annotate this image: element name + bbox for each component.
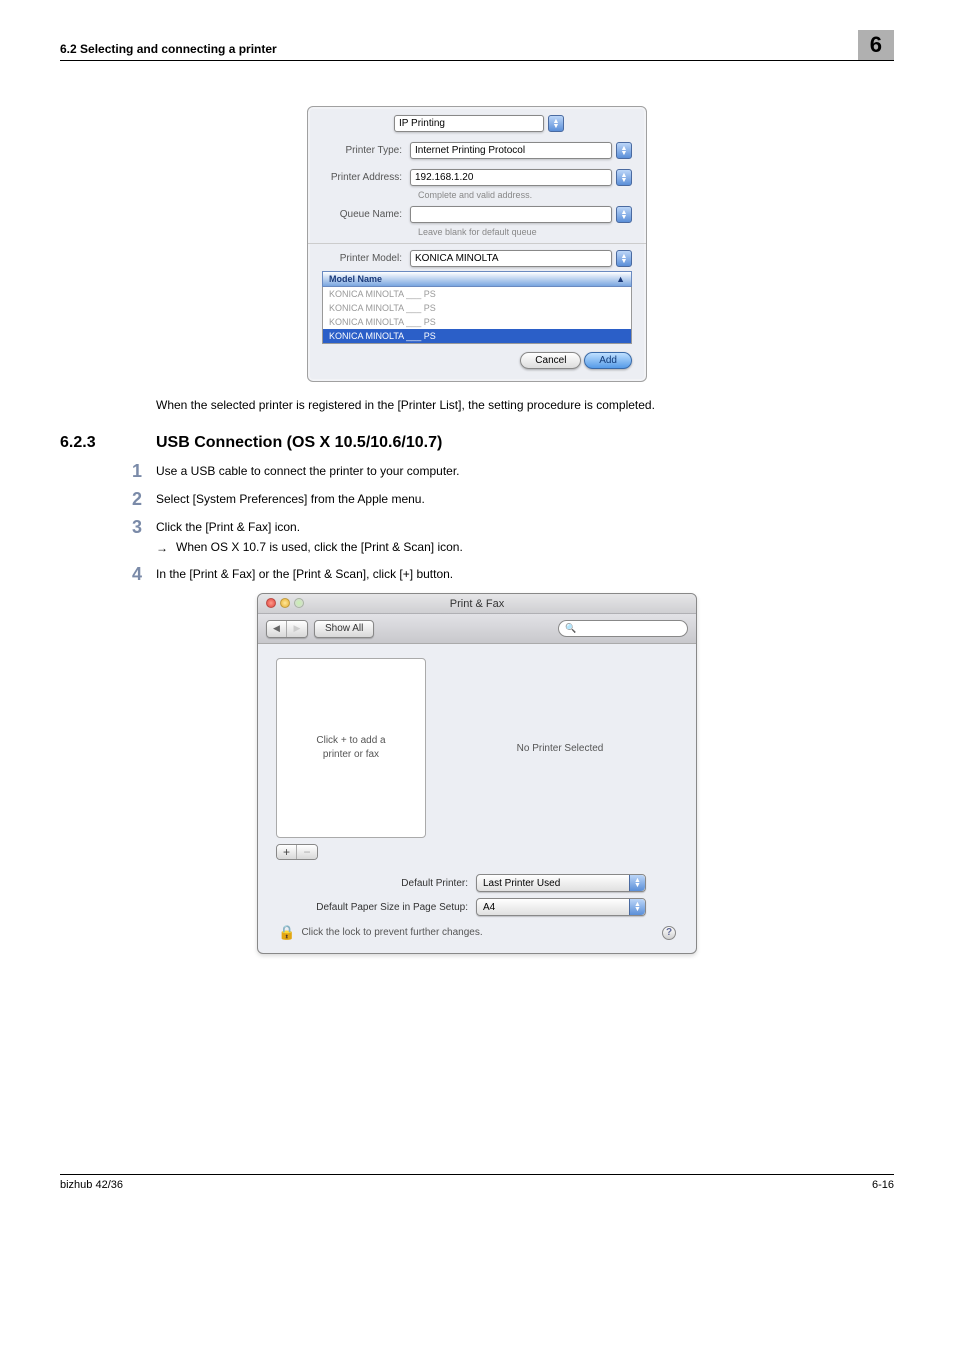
substep-arrow-icon: → bbox=[156, 540, 176, 555]
minimize-icon[interactable] bbox=[280, 598, 290, 608]
lock-text: Click the lock to prevent further change… bbox=[301, 927, 482, 938]
step-number: 2 bbox=[132, 490, 156, 508]
print-and-fax-window: Print & Fax ◀ ▶ Show All 🔍 Click + to ad… bbox=[257, 593, 697, 954]
search-icon: 🔍 bbox=[565, 623, 576, 634]
default-paper-select[interactable]: A4 ▲▼ bbox=[476, 898, 646, 916]
updown-icon[interactable]: ▲▼ bbox=[616, 142, 632, 159]
model-table[interactable]: KONICA MINOLTA ___ PS KONICA MINOLTA ___… bbox=[322, 287, 632, 344]
footer-left: bizhub 42/36 bbox=[60, 1179, 123, 1191]
header-section-title: 6.2 Selecting and connecting a printer bbox=[60, 42, 277, 60]
page-header: 6.2 Selecting and connecting a printer 6 bbox=[60, 30, 894, 61]
step-number: 4 bbox=[132, 565, 156, 583]
toolbar: ◀ ▶ Show All 🔍 bbox=[258, 614, 696, 644]
sort-triangle-icon: ▲ bbox=[616, 274, 625, 284]
model-row[interactable]: KONICA MINOLTA ___ PS bbox=[323, 287, 631, 301]
dialog1-tab-selector[interactable]: IP Printing bbox=[394, 115, 544, 132]
search-input[interactable]: 🔍 bbox=[558, 620, 688, 637]
help-button[interactable]: ? bbox=[662, 926, 676, 940]
step-number: 1 bbox=[132, 462, 156, 480]
step-1-text: Use a USB cable to connect the printer t… bbox=[156, 462, 894, 480]
updown-icon[interactable]: ▲▼ bbox=[616, 169, 632, 186]
printer-model-select[interactable]: KONICA MINOLTA bbox=[410, 250, 612, 267]
updown-icon[interactable]: ▲▼ bbox=[616, 206, 632, 223]
forward-icon[interactable]: ▶ bbox=[287, 621, 307, 637]
step-3-sub-text: When OS X 10.7 is used, click the [Print… bbox=[176, 540, 463, 555]
add-remove-buttons: + − bbox=[276, 844, 318, 860]
dialog1-tab-label: IP Printing bbox=[399, 118, 445, 129]
step-number: 3 bbox=[132, 518, 156, 555]
queue-helper: Leave blank for default queue bbox=[418, 227, 632, 237]
default-paper-label: Default Paper Size in Page Setup: bbox=[276, 902, 476, 913]
queue-name-input[interactable] bbox=[410, 206, 612, 223]
nav-segmented[interactable]: ◀ ▶ bbox=[266, 620, 308, 638]
lock-row[interactable]: 🔒 Click the lock to prevent further chan… bbox=[278, 924, 483, 941]
close-icon[interactable] bbox=[266, 598, 276, 608]
updown-icon[interactable]: ▲▼ bbox=[548, 115, 564, 132]
step-2-text: Select [System Preferences] from the App… bbox=[156, 490, 894, 508]
address-helper: Complete and valid address. bbox=[418, 190, 632, 200]
no-printer-text: No Printer Selected bbox=[517, 743, 604, 754]
updown-icon: ▲▼ bbox=[629, 899, 645, 915]
printer-type-label: Printer Type: bbox=[322, 145, 410, 156]
post-dialog-note: When the selected printer is registered … bbox=[156, 398, 894, 412]
footer-right: 6-16 bbox=[872, 1179, 894, 1191]
default-printer-label: Default Printer: bbox=[276, 878, 476, 889]
add-printer-dialog: IP Printing ▲▼ Printer Type: Internet Pr… bbox=[307, 106, 647, 382]
remove-printer-button[interactable]: − bbox=[297, 845, 317, 859]
step-3-text: Click the [Print & Fax] icon. bbox=[156, 520, 300, 534]
section-number: 6.2.3 bbox=[60, 434, 156, 452]
lock-icon: 🔒 bbox=[278, 924, 295, 941]
back-icon[interactable]: ◀ bbox=[267, 621, 287, 637]
printer-list[interactable]: Click + to add a printer or fax bbox=[276, 658, 426, 838]
window-traffic-lights[interactable] bbox=[266, 598, 304, 608]
printer-detail-panel: No Printer Selected bbox=[442, 658, 678, 838]
chapter-number-box: 6 bbox=[858, 30, 894, 60]
window-titlebar: Print & Fax bbox=[258, 594, 696, 614]
model-table-header[interactable]: Model Name ▲ bbox=[322, 271, 632, 287]
model-row[interactable]: KONICA MINOLTA ___ PS bbox=[323, 315, 631, 329]
updown-icon[interactable]: ▲▼ bbox=[616, 250, 632, 267]
model-row-selected[interactable]: KONICA MINOLTA ___ PS bbox=[323, 329, 631, 343]
show-all-button[interactable]: Show All bbox=[314, 620, 374, 638]
step-4-text: In the [Print & Fax] or the [Print & Sca… bbox=[156, 565, 894, 583]
model-row[interactable]: KONICA MINOLTA ___ PS bbox=[323, 301, 631, 315]
printer-list-hint-l2: printer or fax bbox=[323, 748, 379, 762]
section-title: USB Connection (OS X 10.5/10.6/10.7) bbox=[156, 434, 442, 452]
default-printer-select[interactable]: Last Printer Used ▲▼ bbox=[476, 874, 646, 892]
add-printer-button[interactable]: + bbox=[277, 845, 297, 859]
printer-model-label: Printer Model: bbox=[322, 253, 410, 264]
queue-name-label: Queue Name: bbox=[322, 209, 410, 220]
printer-address-label: Printer Address: bbox=[322, 172, 410, 183]
add-button[interactable]: Add bbox=[584, 352, 632, 369]
updown-icon: ▲▼ bbox=[629, 875, 645, 891]
printer-list-hint-l1: Click + to add a bbox=[316, 734, 385, 748]
printer-type-select[interactable]: Internet Printing Protocol bbox=[410, 142, 612, 159]
zoom-icon[interactable] bbox=[294, 598, 304, 608]
cancel-button[interactable]: Cancel bbox=[520, 352, 581, 369]
printer-address-input[interactable]: 192.168.1.20 bbox=[410, 169, 612, 186]
window-title: Print & Fax bbox=[450, 598, 504, 610]
page-footer: bizhub 42/36 6-16 bbox=[60, 1174, 894, 1191]
